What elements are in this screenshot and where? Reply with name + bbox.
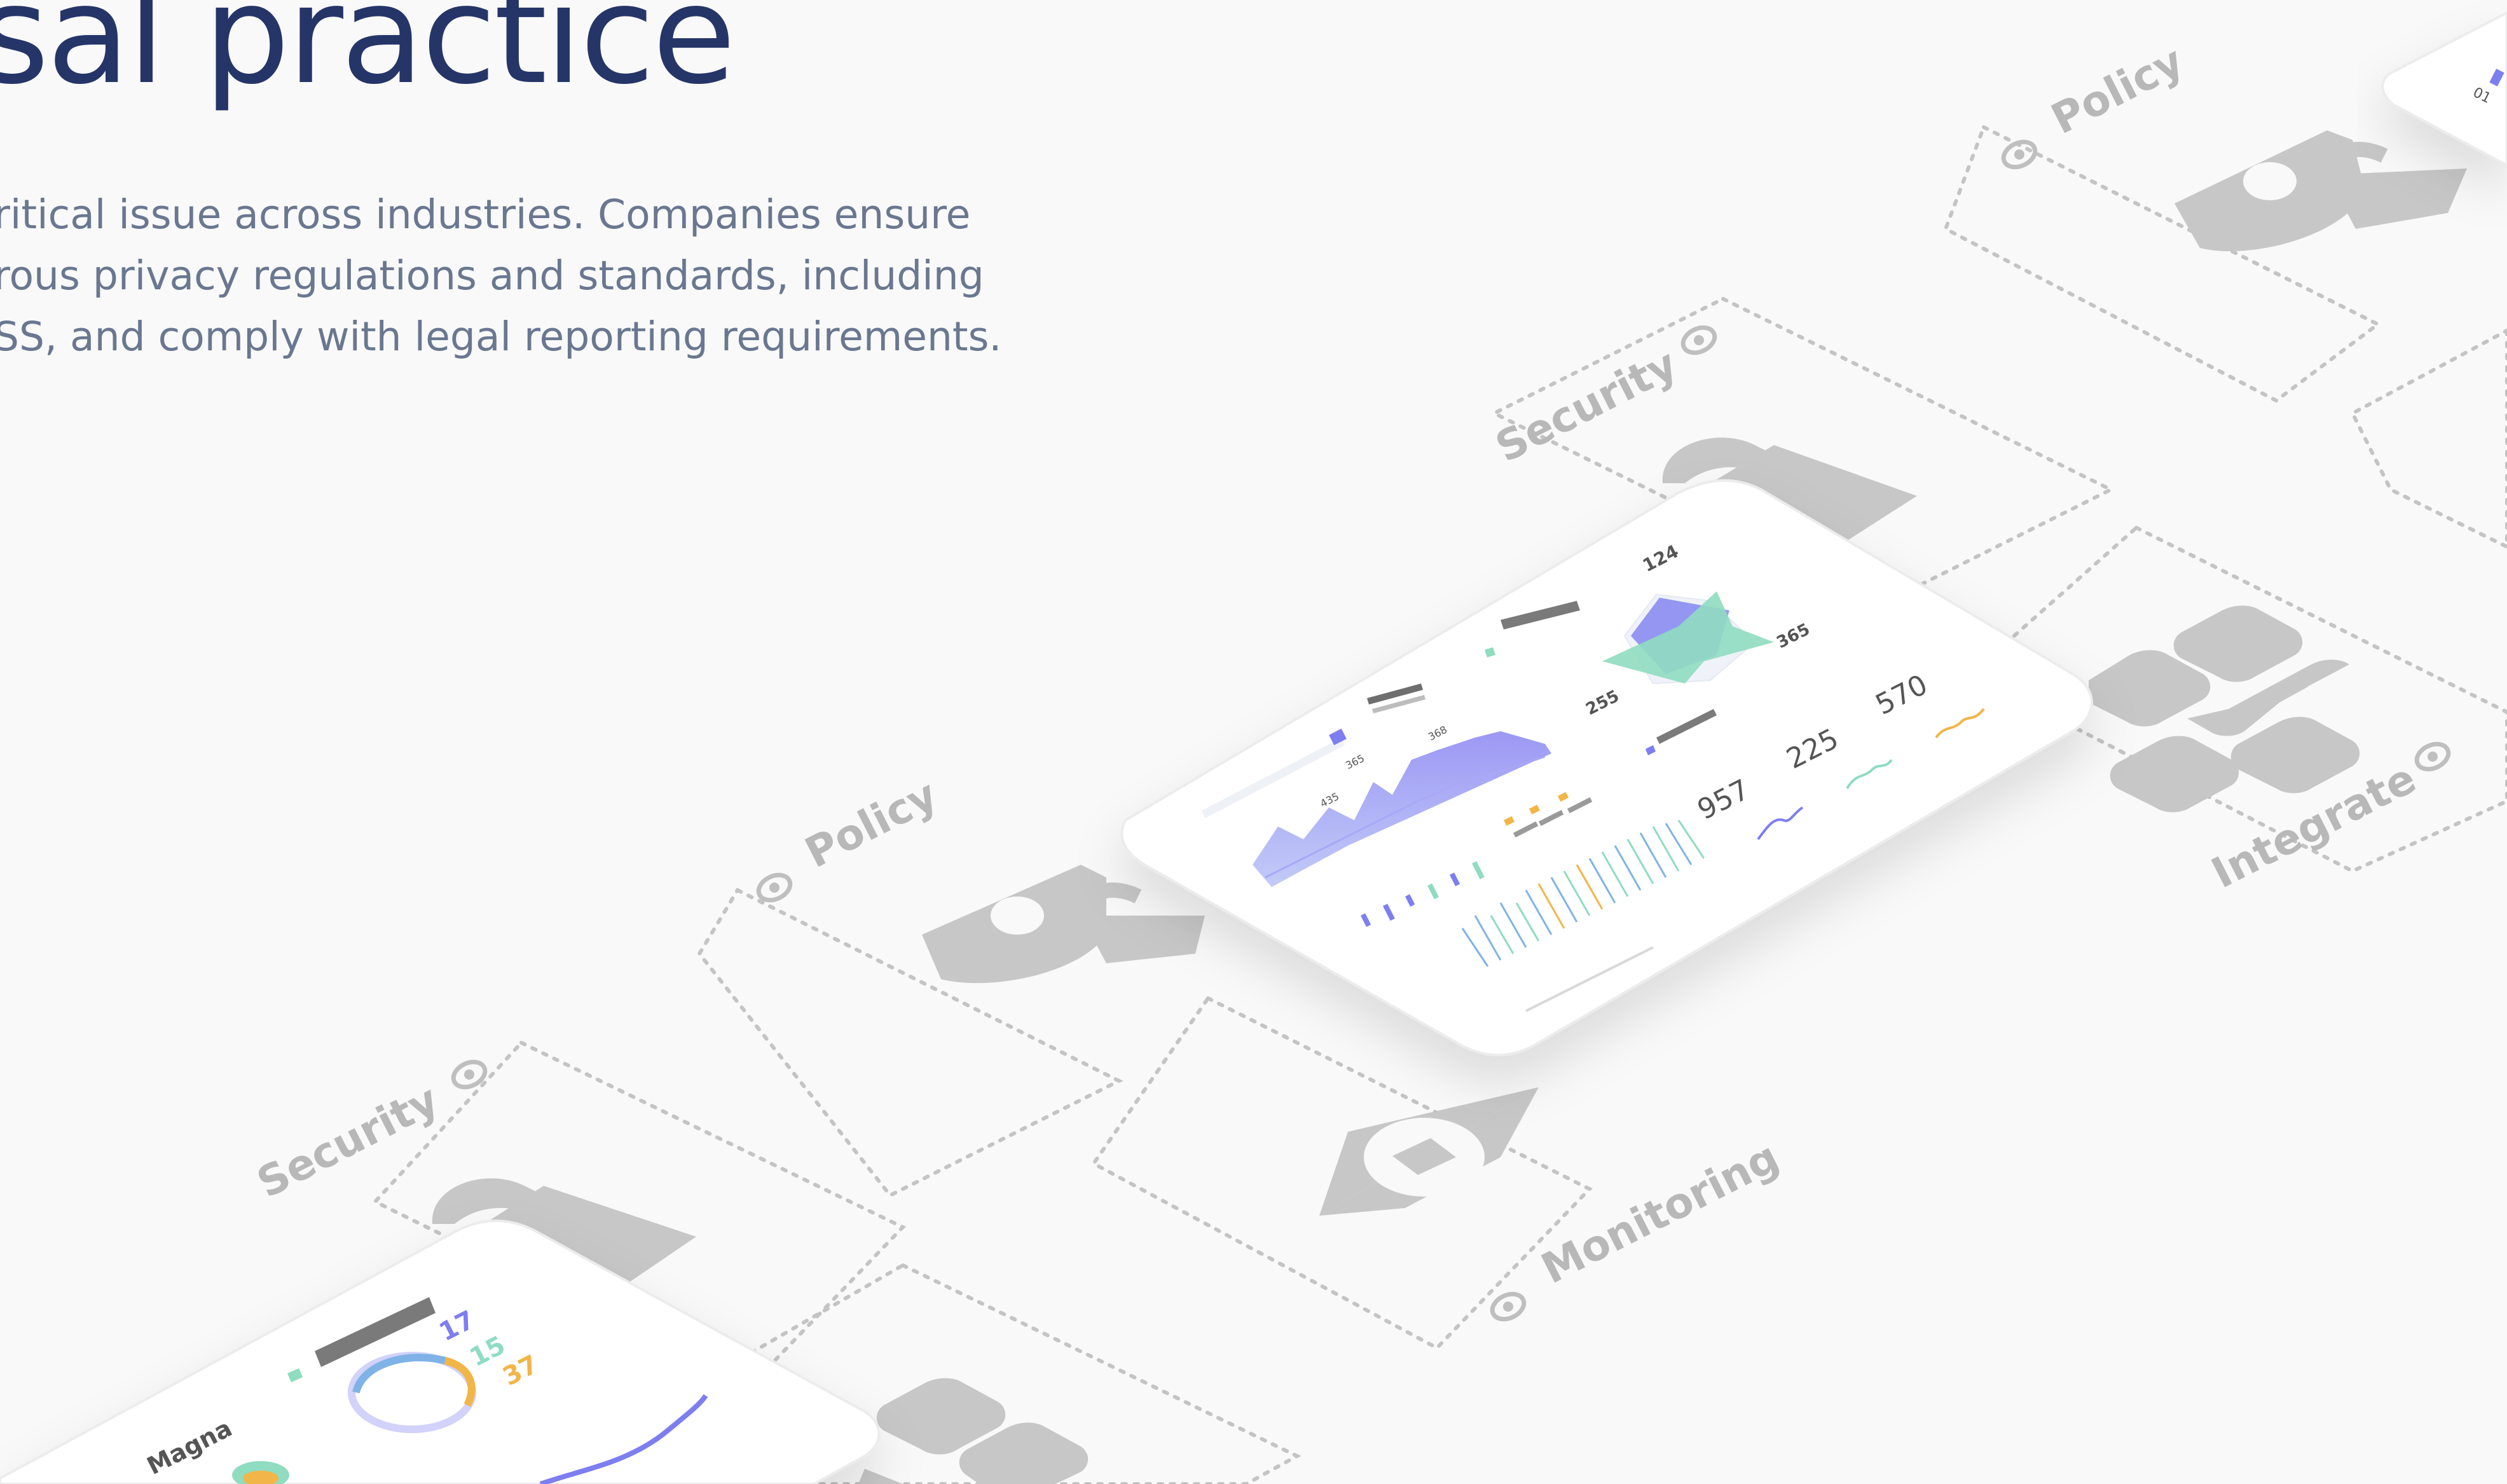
marker-policy-top-icon — [2001, 139, 2038, 170]
lower-dashboard-device — [0, 1219, 881, 1484]
policy-icon — [922, 865, 1205, 984]
step-labels: Security Policy Monitoring Integrate Sec… — [249, 36, 2423, 1293]
marker-security-main-icon — [1680, 325, 1717, 355]
marker-monitoring-icon — [1490, 1291, 1527, 1322]
label-security-lower: Security — [249, 1075, 446, 1208]
label-policy-main: Policy — [797, 770, 945, 877]
monitoring-icon — [1319, 1087, 1539, 1216]
marker-integrate-icon — [2414, 741, 2451, 772]
tile-top-right — [2350, 328, 2507, 549]
integrate-icon — [2089, 605, 2360, 813]
isometric-illustration: Security Policy Monitoring Integrate Sec… — [0, 11, 2507, 1484]
label-policy-top: Policy — [2043, 36, 2191, 144]
label-monitoring: Monitoring — [1534, 1132, 1787, 1293]
policy-top-icon — [2174, 130, 2467, 252]
integrate-lower-icon — [858, 1378, 1089, 1484]
main-dashboard-device — [1120, 479, 2093, 1057]
label-security-main: Security — [1488, 340, 1685, 472]
corner-dashboard-device — [2381, 11, 2507, 167]
